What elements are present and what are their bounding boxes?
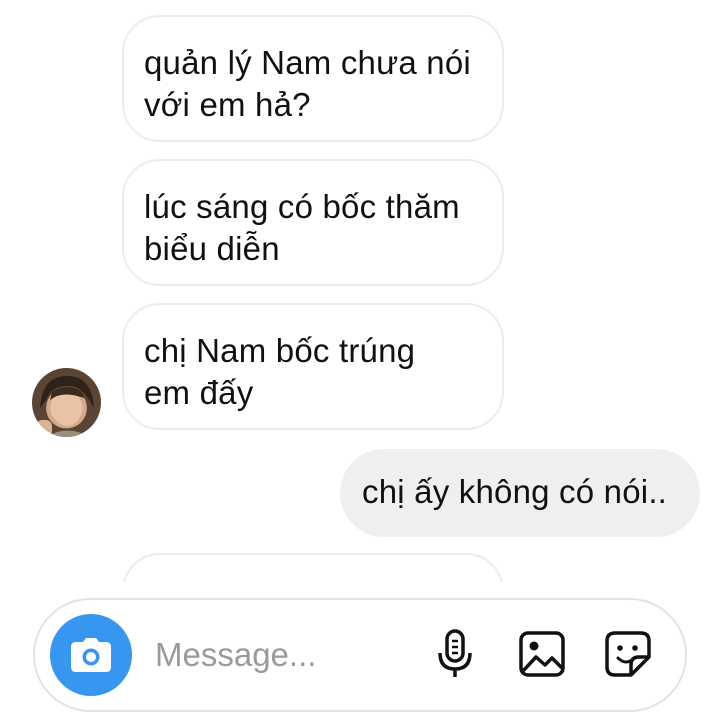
message-bubble-incoming[interactable]: quản lý Nam chưa nói với em hả?	[122, 15, 504, 142]
message-line: chị Nam bốc trúng	[144, 332, 416, 369]
message-line: biểu diễn	[144, 230, 280, 267]
sticker-icon	[605, 631, 651, 677]
message-bubble-incoming[interactable]: lúc sáng có bốc thăm biểu diễn	[122, 159, 504, 286]
message-line: chị ấy không có nói..	[362, 473, 668, 510]
gallery-button[interactable]	[517, 629, 567, 679]
microphone-icon	[438, 629, 472, 677]
message-bubble-outgoing[interactable]: chị ấy không có nói..	[340, 449, 700, 537]
avatar-portrait-icon	[36, 376, 94, 437]
message-line: quản lý Nam chưa nói	[144, 44, 471, 81]
gallery-icon	[519, 631, 565, 677]
sticker-button[interactable]	[603, 629, 653, 679]
camera-icon	[71, 638, 111, 672]
message-input[interactable]: Message...	[155, 636, 316, 674]
sender-avatar[interactable]	[32, 368, 101, 437]
message-line: lúc sáng có bốc thăm	[144, 188, 460, 225]
message-thread: quản lý Nam chưa nói với em hả? lúc sáng…	[0, 0, 720, 582]
message-line: với em hả?	[144, 86, 311, 123]
message-bubble-incoming[interactable]: chị Nam bốc trúng em đấy	[122, 303, 504, 430]
message-bubble-incoming[interactable]	[122, 553, 504, 582]
message-composer: Message...	[33, 598, 687, 712]
camera-button[interactable]	[50, 614, 132, 696]
message-line: em đấy	[144, 374, 254, 411]
voice-message-button[interactable]	[430, 629, 480, 679]
